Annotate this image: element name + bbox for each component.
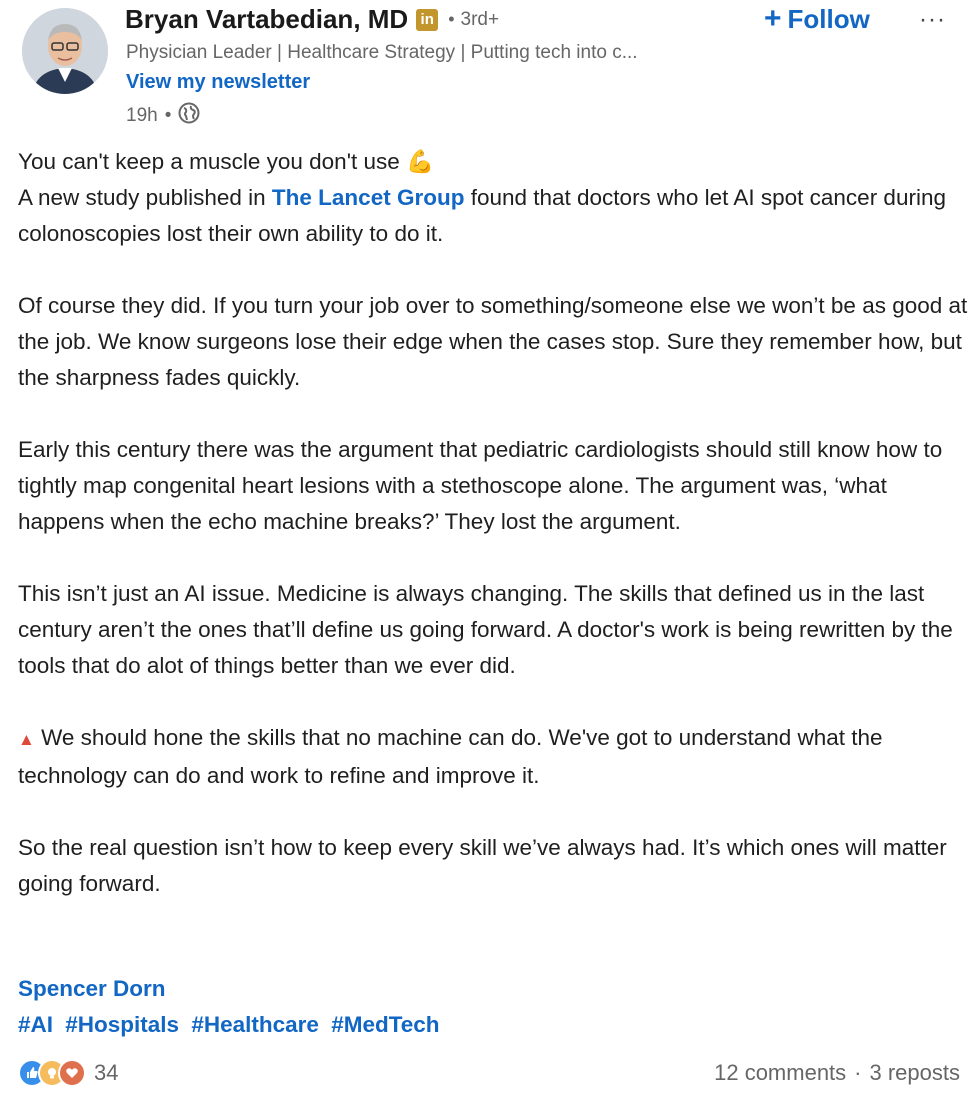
paragraph-text: A new study published in — [18, 185, 272, 210]
post-paragraph-4: This isn’t just an AI issue. Medicine is… — [18, 581, 953, 678]
lancet-group-link[interactable]: The Lancet Group — [272, 185, 465, 210]
post-tags: Spencer Dorn #AI #Hospitals #Healthcare … — [18, 971, 446, 1043]
reposts-link[interactable]: 3 reposts — [870, 1060, 961, 1086]
author-avatar[interactable] — [22, 8, 108, 94]
post-body: You can't keep a muscle you don't use 💪 … — [18, 144, 968, 938]
author-headline: Physician Leader | Healthcare Strategy |… — [126, 42, 638, 63]
linkedin-premium-icon: in — [416, 8, 439, 31]
follow-label: Follow — [787, 4, 870, 34]
post-paragraph-2: Of course they did. If you turn your job… — [18, 293, 968, 390]
hashtag-link[interactable]: #MedTech — [331, 1012, 439, 1037]
globe-icon — [178, 102, 200, 130]
social-counts: 34 12 comments · 3 reposts — [18, 1055, 960, 1091]
author-name[interactable]: Bryan Vartabedian, MD — [125, 4, 408, 35]
more-options-icon[interactable]: ··· — [919, 6, 946, 34]
hashtag-link[interactable]: #Hospitals — [65, 1012, 179, 1037]
post-paragraph-5: ▲ We should hone the skills that no mach… — [18, 720, 968, 794]
engagement-stats: 12 comments · 3 reposts — [714, 1060, 960, 1086]
plus-icon: + — [764, 2, 782, 35]
love-reaction-icon — [58, 1059, 86, 1087]
stats-separator: · — [854, 1060, 862, 1085]
post-time: 19h — [126, 105, 158, 126]
comments-link[interactable]: 12 comments — [714, 1060, 846, 1086]
post-paragraph-1: A new study published in The Lancet Grou… — [18, 180, 968, 252]
follow-button[interactable]: + Follow — [764, 2, 870, 36]
mention-link[interactable]: Spencer Dorn — [18, 976, 166, 1001]
hashtag-list: #AI #Hospitals #Healthcare #MedTech — [18, 1007, 446, 1043]
post-paragraph-3: Early this century there was the argumen… — [18, 437, 943, 534]
post-opening: You can't keep a muscle you don't use 💪 — [18, 144, 968, 180]
post-line-1: You can't keep a muscle you don't use — [18, 149, 400, 174]
reactions-summary[interactable]: 34 — [18, 1059, 118, 1087]
hashtag-link[interactable]: #Healthcare — [191, 1012, 319, 1037]
newsletter-link[interactable]: View my newsletter — [126, 71, 310, 94]
post-header: Bryan Vartabedian, MD in • 3rd+ + Follow … — [0, 0, 980, 140]
connection-degree: 3rd+ — [460, 8, 500, 30]
hashtag-link[interactable]: #AI — [18, 1012, 53, 1037]
meta-separator: • — [164, 105, 172, 126]
author-name-row: Bryan Vartabedian, MD in • 3rd+ — [125, 4, 499, 35]
post-paragraph-6: So the real question isn’t how to keep e… — [18, 835, 947, 896]
reaction-count: 34 — [94, 1060, 119, 1085]
post-meta: 19h • — [126, 102, 200, 130]
red-triangle-icon: ▲ — [18, 730, 35, 749]
paragraph-text: We should hone the skills that no machin… — [18, 725, 883, 788]
flexed-biceps-icon: 💪 — [406, 149, 435, 174]
degree-separator: • — [448, 9, 455, 29]
